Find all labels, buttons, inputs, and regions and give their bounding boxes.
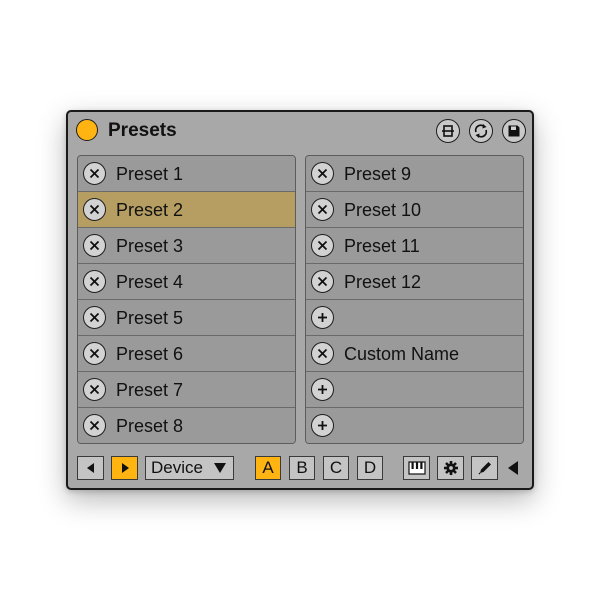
remove-icon[interactable] bbox=[311, 270, 334, 293]
preset-slot-label: Preset 6 bbox=[116, 344, 184, 364]
preset-slot[interactable]: Preset 10 bbox=[306, 192, 523, 228]
remove-icon[interactable] bbox=[311, 162, 334, 185]
preset-slot[interactable]: Preset 3 bbox=[78, 228, 295, 264]
preset-slot[interactable]: Preset 12 bbox=[306, 264, 523, 300]
piano-keys-icon[interactable] bbox=[403, 456, 430, 480]
presets-device: Presets Preset 1 Preset 2 Preset 3 Preset 4… bbox=[66, 110, 534, 490]
chevron-down-icon bbox=[214, 463, 226, 473]
pencil-icon[interactable] bbox=[471, 456, 498, 480]
preset-slot[interactable] bbox=[306, 372, 523, 408]
bank-d-button[interactable]: D bbox=[357, 456, 383, 480]
preset-slot-label: Preset 10 bbox=[344, 200, 422, 220]
save-icon[interactable] bbox=[502, 119, 526, 143]
preset-slot[interactable] bbox=[306, 408, 523, 443]
bank-c-button[interactable]: C bbox=[323, 456, 349, 480]
preset-slot[interactable]: Preset 5 bbox=[78, 300, 295, 336]
preset-slot-label: Preset 4 bbox=[116, 272, 184, 292]
remove-icon[interactable] bbox=[311, 198, 334, 221]
target-select[interactable]: Device bbox=[145, 456, 234, 480]
preset-slot-label: Preset 5 bbox=[116, 308, 184, 328]
add-icon[interactable] bbox=[311, 414, 334, 437]
remove-icon[interactable] bbox=[83, 378, 106, 401]
remove-icon[interactable] bbox=[83, 270, 106, 293]
remove-icon[interactable] bbox=[83, 198, 106, 221]
target-select-value: Device bbox=[151, 458, 203, 477]
preset-slot-label: Preset 11 bbox=[344, 236, 420, 256]
remove-icon[interactable] bbox=[83, 342, 106, 365]
preset-slots-left: Preset 1 Preset 2 Preset 3 Preset 4 Preset 5… bbox=[77, 155, 296, 444]
preset-slot[interactable]: Custom Name bbox=[306, 336, 523, 372]
remove-icon[interactable] bbox=[83, 162, 106, 185]
device-title: Presets bbox=[108, 120, 177, 141]
preset-slot[interactable] bbox=[306, 300, 523, 336]
collapse-triangle-icon[interactable] bbox=[504, 456, 522, 480]
preset-slot[interactable]: Preset 4 bbox=[78, 264, 295, 300]
preset-slot-label: Custom Name bbox=[344, 344, 460, 364]
title-bar: Presets bbox=[68, 112, 532, 152]
preset-slot[interactable]: Preset 1 bbox=[78, 156, 295, 192]
bottom-toolbar: Device A B C D bbox=[68, 454, 532, 484]
preset-slot-label: Preset 8 bbox=[116, 416, 184, 436]
preset-slot[interactable]: Preset 6 bbox=[78, 336, 295, 372]
preset-slots-right: Preset 9 Preset 10 Preset 11 Preset 12 Custo… bbox=[305, 155, 524, 444]
remove-icon[interactable] bbox=[83, 414, 106, 437]
add-icon[interactable] bbox=[311, 378, 334, 401]
preset-slot-label: Preset 1 bbox=[116, 164, 184, 184]
remove-icon[interactable] bbox=[311, 342, 334, 365]
add-icon[interactable] bbox=[311, 306, 334, 329]
device-activator-toggle[interactable] bbox=[76, 119, 98, 141]
bank-a-button[interactable]: A bbox=[255, 456, 281, 480]
sync-icon[interactable] bbox=[469, 119, 493, 143]
arrow-right-icon[interactable] bbox=[111, 456, 138, 480]
preset-slot[interactable]: Preset 8 bbox=[78, 408, 295, 443]
gear-icon[interactable] bbox=[437, 456, 464, 480]
preset-slot-label: Preset 2 bbox=[116, 200, 184, 220]
preset-slot[interactable]: Preset 9 bbox=[306, 156, 523, 192]
preset-slot-label: Preset 9 bbox=[344, 164, 412, 184]
preset-slot[interactable]: Preset 7 bbox=[78, 372, 295, 408]
arrow-left-icon[interactable] bbox=[77, 456, 104, 480]
remove-icon[interactable] bbox=[83, 306, 106, 329]
remove-icon[interactable] bbox=[83, 234, 106, 257]
bank-b-button[interactable]: B bbox=[289, 456, 315, 480]
preset-slot[interactable]: Preset 11 bbox=[306, 228, 523, 264]
map-device-icon[interactable] bbox=[436, 119, 460, 143]
remove-icon[interactable] bbox=[311, 234, 334, 257]
preset-slot-label: Preset 7 bbox=[116, 380, 184, 400]
preset-slot-label: Preset 3 bbox=[116, 236, 184, 256]
preset-slot-label: Preset 12 bbox=[344, 272, 422, 292]
preset-slot[interactable]: Preset 2 bbox=[78, 192, 295, 228]
